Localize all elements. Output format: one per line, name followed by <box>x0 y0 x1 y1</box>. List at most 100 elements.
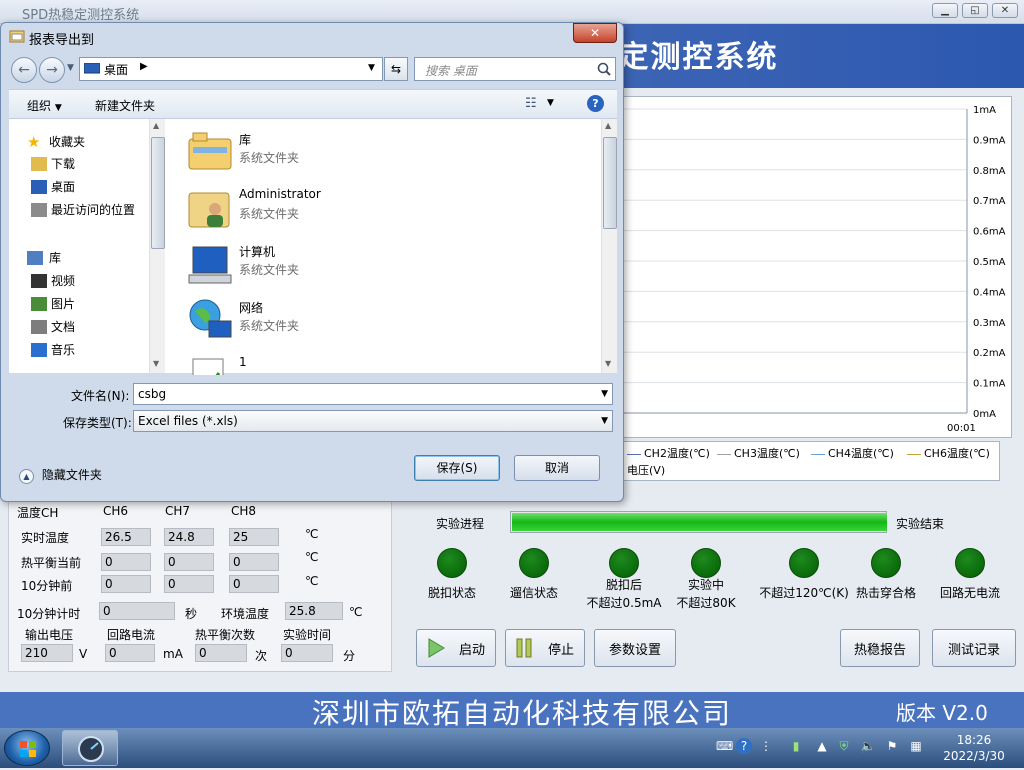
stop-button[interactable]: 停止 <box>505 629 585 667</box>
windows-logo-icon <box>20 741 36 757</box>
nav-scrollbar[interactable]: ▲ ▼ <box>149 119 165 373</box>
action-center-flag-icon[interactable]: ⚑ <box>884 738 900 754</box>
start-button[interactable]: 启动 <box>416 629 496 667</box>
current-unit: mA <box>163 647 183 661</box>
organize-menu[interactable]: 组织 ▼ <box>27 97 62 114</box>
view-options-icon[interactable]: ☷ <box>525 96 537 111</box>
status-led <box>871 548 901 578</box>
realtime-ch6: 26.5 <box>101 528 151 546</box>
nav-item-label: 下载 <box>51 157 76 171</box>
file-scroll-down-icon[interactable]: ▼ <box>605 359 611 368</box>
nav-item[interactable]: 音乐 <box>9 339 149 361</box>
refresh-button[interactable]: ⇆ <box>384 57 408 81</box>
keyboard-icon[interactable]: ⌨ <box>716 738 733 754</box>
voltage-value: 210 <box>21 644 73 662</box>
file-item[interactable]: 库系统文件夹 <box>185 123 585 179</box>
legend-item: CH4温度(℃) <box>811 445 894 461</box>
library-icon <box>27 251 43 265</box>
balance-unit: ℃ <box>305 550 319 564</box>
company-name: 深圳市欧拓自动化科技有限公司 <box>312 697 733 730</box>
records-label: 测试记录 <box>947 642 1000 658</box>
nav-item[interactable]: ★ 收藏夹 <box>9 131 149 153</box>
search-input[interactable]: 搜索 桌面 <box>414 57 616 81</box>
hide-folders-toggle[interactable]: ▲ 隐藏文件夹 <box>19 466 102 484</box>
nav-item[interactable]: 图片 <box>9 293 149 315</box>
recent-pages-chevron-icon[interactable]: ▼ <box>67 63 74 73</box>
row-balance-label: 热平衡当前 <box>21 556 82 570</box>
nav-item[interactable]: 桌面 <box>9 176 149 198</box>
exp-time-label: 实验时间 <box>283 628 332 642</box>
file-item[interactable]: 计算机 系统文件夹 <box>185 235 585 291</box>
close-button[interactable]: ✕ <box>992 3 1018 18</box>
scroll-up-icon[interactable]: ▲ <box>153 121 159 130</box>
save-button[interactable]: 保存(S) <box>414 455 500 481</box>
realtime-ch7: 24.8 <box>164 528 214 546</box>
filetype-select[interactable]: Excel files (*.xls) ▼ <box>133 410 613 432</box>
filename-label: 文件名(N): <box>71 389 130 403</box>
lang-icon[interactable]: ⋮ <box>758 738 774 754</box>
help-icon[interactable]: ? <box>736 738 752 754</box>
nav-item[interactable]: 视频 <box>9 270 149 292</box>
progress-bar <box>510 511 887 533</box>
file-name: 1 <box>239 355 247 369</box>
scroll-down-icon[interactable]: ▼ <box>153 359 159 368</box>
records-button[interactable]: 测试记录 <box>932 629 1016 667</box>
file-scrollbar[interactable]: ▲ ▼ <box>601 119 617 373</box>
minimize-button[interactable]: ▁ <box>932 3 958 18</box>
params-label: 参数设置 <box>608 642 661 658</box>
system-clock[interactable]: 18:26 2022/3/30 <box>936 732 1012 764</box>
start-label: 启动 <box>458 642 485 658</box>
help-icon[interactable]: ? <box>587 95 604 112</box>
collapse-icon: ▲ <box>19 469 34 484</box>
address-bar[interactable]: 桌面 ▶ ▼ <box>79 57 383 81</box>
battery-icon[interactable]: ▮ <box>788 738 804 754</box>
file-scroll-thumb[interactable] <box>603 137 617 229</box>
file-item[interactable]: 网络 系统文件夹 <box>185 291 585 347</box>
maximize-button[interactable]: ◱ <box>962 3 988 18</box>
nav-item-label: 最近访问的位置 <box>51 203 136 217</box>
legend-item: CH6温度(℃) <box>907 445 990 461</box>
search-icon[interactable] <box>597 62 611 76</box>
data-panel: 温度CH CH6 CH7 CH8 实时温度 26.5 24.8 25 ℃ 热平衡… <box>8 500 392 672</box>
address-dropdown-icon[interactable]: ▼ <box>368 63 375 73</box>
nav-scroll-thumb[interactable] <box>151 137 165 249</box>
cancel-button[interactable]: 取消 <box>514 455 600 481</box>
filename-input[interactable]: csbg ▼ <box>133 383 613 405</box>
nav-item[interactable]: 库 <box>9 247 149 269</box>
exp-time-value: 0 <box>281 644 333 662</box>
status-label-line: 遛信状态 <box>509 586 558 600</box>
show-hidden-icons-icon[interactable]: ▲ <box>814 738 830 754</box>
y-tick-label: 0.7mA <box>973 196 1006 207</box>
tenmin-ch8: 0 <box>229 575 279 593</box>
back-button[interactable]: ← <box>11 57 37 83</box>
security-shield-icon[interactable]: ⛨ <box>836 738 852 754</box>
file-type: 系统文件夹 <box>239 151 300 165</box>
hide-folders-label: 隐藏文件夹 <box>41 468 102 482</box>
file-item[interactable]: Administrator 系统文件夹 <box>185 179 585 235</box>
nav-item[interactable]: 最近访问的位置 <box>9 199 149 221</box>
taskbar-app-spd[interactable] <box>62 730 118 766</box>
file-name: 计算机 <box>239 245 276 259</box>
network-status-icon[interactable]: ▦ <box>908 738 924 754</box>
file-name: 库 <box>239 133 252 147</box>
voltage-unit: V <box>79 647 88 661</box>
progress-fill <box>512 513 887 531</box>
nav-item-label: 文档 <box>51 320 76 334</box>
forward-button[interactable]: → <box>39 57 65 83</box>
realtime-unit: ℃ <box>305 527 319 541</box>
breadcrumb-arrow-icon[interactable]: ▶ <box>140 61 148 72</box>
dialog-close-button[interactable]: ✕ <box>573 23 617 43</box>
filetype-dropdown-icon[interactable]: ▼ <box>601 411 608 431</box>
nav-item[interactable]: 下载 <box>9 153 149 175</box>
filetype-value: Excel files (*.xls) <box>138 414 238 428</box>
status-label: 回路无电流 <box>920 584 1020 602</box>
file-scroll-up-icon[interactable]: ▲ <box>605 121 611 130</box>
view-dropdown-icon[interactable]: ▼ <box>547 98 554 108</box>
nav-item[interactable]: 文档 <box>9 316 149 338</box>
volume-icon[interactable]: 🔈 <box>860 738 876 754</box>
filename-dropdown-icon[interactable]: ▼ <box>601 384 608 404</box>
start-menu-button[interactable] <box>4 730 50 766</box>
params-button[interactable]: 参数设置 <box>594 629 676 667</box>
report-button[interactable]: 热稳报告 <box>840 629 920 667</box>
new-folder-button[interactable]: 新建文件夹 <box>95 97 155 114</box>
